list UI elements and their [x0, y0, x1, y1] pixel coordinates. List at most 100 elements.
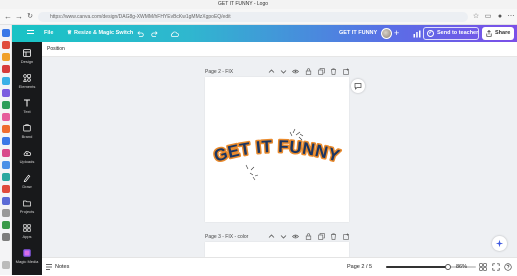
help-icon[interactable]: [504, 263, 512, 271]
rail-item-elements[interactable]: Elements: [12, 71, 42, 96]
rail-item-apps[interactable]: Apps: [12, 221, 42, 246]
sidebar-app-icon[interactable]: [2, 161, 10, 169]
rail-label: Brand: [21, 134, 33, 139]
sidebar-app-icon[interactable]: [2, 209, 10, 217]
url-field[interactable]: https://www.canva.com/design/DAG8g-XWMM/…: [38, 12, 468, 22]
eye-icon[interactable]: [292, 233, 299, 240]
sidebar-app-icon[interactable]: [2, 197, 10, 205]
rail-label: Draw: [22, 184, 32, 189]
share-icon: [486, 30, 492, 37]
notes-button[interactable]: Notes: [55, 258, 69, 276]
eye-icon[interactable]: [292, 68, 299, 75]
zoom-slider-fill: [386, 266, 448, 268]
forward-icon[interactable]: →: [15, 13, 23, 21]
rail-item-magic-media[interactable]: Magic Media: [12, 246, 42, 271]
trash-icon[interactable]: [330, 233, 337, 240]
sidebar-app-icon[interactable]: [2, 125, 10, 133]
lock-icon[interactable]: [305, 68, 312, 75]
uploads-icon: [23, 150, 31, 156]
file-menu-button[interactable]: File: [44, 25, 53, 42]
chevron-down-icon[interactable]: [280, 68, 287, 75]
favorite-star-icon[interactable]: ☆: [472, 13, 480, 21]
sidebar-app-icon[interactable]: [2, 29, 10, 37]
add-collaborator-icon[interactable]: +: [394, 25, 399, 42]
rail-item-text[interactable]: Text: [12, 96, 42, 121]
editor-header: File ♕ Resize & Magic Switch GET IT FUNN…: [12, 25, 517, 42]
browser-address-bar: ← → ↻ https://www.canva.com/design/DAG8g…: [0, 9, 517, 25]
reload-icon[interactable]: ↻: [26, 13, 34, 21]
sidebar-app-icon[interactable]: [2, 41, 10, 49]
avatar[interactable]: [381, 28, 392, 39]
browser-sidebar: [0, 25, 12, 275]
insights-chart-icon[interactable]: [413, 30, 421, 38]
sidebar-app-icon[interactable]: [2, 149, 10, 157]
sidebar-app-icon[interactable]: [2, 173, 10, 181]
page-title[interactable]: Page 3 - FIX - color: [205, 234, 248, 240]
design-title[interactable]: GET IT FUNNY: [339, 25, 377, 42]
sidebar-app-icon[interactable]: [2, 77, 10, 85]
add-page-icon[interactable]: [343, 233, 350, 240]
rail-label: Text: [23, 109, 31, 114]
zoom-level[interactable]: 86%: [456, 258, 467, 276]
design-page[interactable]: GET IT FUNNY GET IT FUNNY: [205, 77, 349, 222]
rail-item-uploads[interactable]: Uploads: [12, 146, 42, 171]
sidebar-settings-icon[interactable]: [2, 261, 10, 269]
extensions-icon[interactable]: ▭: [484, 13, 492, 21]
sidebar-app-icon[interactable]: [2, 89, 10, 97]
apps-icon: [23, 224, 31, 232]
share-button[interactable]: Share: [482, 27, 514, 40]
fullscreen-icon[interactable]: [492, 263, 500, 271]
rail-label: Design: [20, 59, 34, 64]
redo-icon[interactable]: [151, 30, 159, 38]
logo-graphic[interactable]: GET IT FUNNY GET IT FUNNY: [205, 77, 349, 222]
browser-titlebar: GET IT FUNNY - Logo: [0, 0, 517, 9]
canvas-area[interactable]: Page 2 - FIX GET IT FUNNY GET IT FUNNY P…: [42, 57, 517, 262]
chevron-down-icon[interactable]: [280, 233, 287, 240]
menu-icon[interactable]: [27, 30, 34, 37]
page-title[interactable]: Page 2 - FIX: [205, 69, 233, 75]
sidebar-app-icon[interactable]: [2, 113, 10, 121]
rail-item-projects[interactable]: Projects: [12, 196, 42, 221]
comment-icon: [354, 83, 362, 90]
rail-label: Projects: [19, 209, 35, 214]
zoom-slider-handle[interactable]: [445, 264, 451, 270]
sidebar-app-icon[interactable]: [2, 233, 10, 241]
chevron-up-icon[interactable]: [268, 68, 275, 75]
rail-label: Magic Media: [15, 259, 39, 264]
projects-icon: [23, 200, 31, 207]
grid-view-icon[interactable]: [479, 263, 487, 271]
cloud-saved-icon[interactable]: [170, 30, 179, 38]
profile-icon[interactable]: ●: [496, 13, 504, 21]
rail-item-design[interactable]: Design: [12, 46, 42, 71]
draw-icon: [23, 174, 31, 182]
duplicate-icon[interactable]: [318, 68, 325, 75]
position-button[interactable]: Position: [47, 42, 65, 57]
context-toolbar: Position: [42, 42, 517, 57]
send-to-teacher-button[interactable]: ✓ Send to teacher: [423, 27, 479, 40]
magic-media-icon: [23, 249, 31, 257]
back-icon[interactable]: ←: [4, 13, 12, 21]
sidebar-app-icon[interactable]: [2, 221, 10, 229]
rail-item-draw[interactable]: Draw: [12, 171, 42, 196]
more-icon[interactable]: ⋯: [507, 13, 515, 21]
sidebar-app-icon[interactable]: [2, 53, 10, 61]
magic-assistant-button[interactable]: [492, 236, 507, 251]
editor-footer: Notes Page 2 / 5 86%: [42, 257, 517, 275]
sidebar-app-icon[interactable]: [2, 185, 10, 193]
resize-magic-switch-button[interactable]: Resize & Magic Switch: [74, 25, 133, 42]
comment-button[interactable]: [351, 79, 365, 93]
chevron-up-icon[interactable]: [268, 233, 275, 240]
duplicate-icon[interactable]: [318, 233, 325, 240]
sidebar-app-icon[interactable]: [2, 137, 10, 145]
notes-icon[interactable]: [45, 263, 53, 271]
share-label: Share: [495, 30, 511, 36]
lock-icon[interactable]: [305, 233, 312, 240]
add-page-icon[interactable]: [343, 68, 350, 75]
rail-item-brand[interactable]: Brand: [12, 121, 42, 146]
sidebar-app-icon[interactable]: [2, 65, 10, 73]
trash-icon[interactable]: [330, 68, 337, 75]
undo-icon[interactable]: [136, 30, 144, 38]
sidebar-app-icon[interactable]: [2, 101, 10, 109]
page-indicator[interactable]: Page 2 / 5: [347, 258, 372, 276]
browser-tab-title[interactable]: GET IT FUNNY - Logo: [218, 1, 268, 7]
